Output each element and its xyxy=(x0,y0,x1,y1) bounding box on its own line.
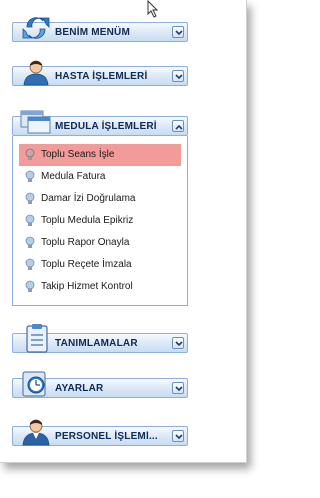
lightbulb-icon xyxy=(25,170,35,182)
chevron-down-icon xyxy=(175,74,183,80)
menu-item-toplu-seans-isle[interactable]: Toplu Seans İşle xyxy=(19,144,181,166)
medula-submenu-panel: Toplu Seans İşle Medula Fatura Damar İzi… xyxy=(12,136,188,306)
section-title: TANIMLAMALAR xyxy=(55,338,138,349)
menu-item-takip-hizmet-kontrol[interactable]: Takip Hizmet Kontrol xyxy=(19,276,181,298)
section-hasta-islemleri[interactable]: HASTA İŞLEMLERİ xyxy=(12,60,188,86)
section-tanimlamalar[interactable]: TANIMLAMALAR xyxy=(12,324,188,353)
section-personel-islemleri[interactable]: PERSONEL İŞLEMl... xyxy=(12,419,188,446)
expand-toggle-button[interactable] xyxy=(172,430,184,442)
section-title: BENİM MENÜM xyxy=(55,27,130,38)
person-icon xyxy=(23,60,49,86)
clock-icon xyxy=(22,371,46,397)
refresh-arrows-icon xyxy=(22,17,50,39)
lightbulb-icon xyxy=(25,236,35,248)
medula-submenu-list: Toplu Seans İşle Medula Fatura Damar İzi… xyxy=(19,144,181,298)
staff-icon xyxy=(22,419,50,446)
lightbulb-icon xyxy=(25,192,35,204)
mouse-cursor-icon xyxy=(147,0,159,18)
chevron-down-icon xyxy=(175,386,183,392)
menu-item-toplu-rapor-onayla[interactable]: Toplu Rapor Onayla xyxy=(19,232,181,254)
collapse-toggle-button[interactable] xyxy=(172,120,184,132)
section-ayarlar[interactable]: AYARLAR xyxy=(12,371,188,398)
lightbulb-icon xyxy=(25,258,35,270)
lightbulb-icon xyxy=(25,214,35,226)
lightbulb-icon xyxy=(25,148,35,160)
menu-item-label: Medula Fatura xyxy=(41,171,106,182)
chevron-up-icon xyxy=(175,124,183,130)
section-title: AYARLAR xyxy=(55,383,104,394)
lightbulb-icon xyxy=(25,280,35,292)
section-title: PERSONEL İŞLEMl... xyxy=(55,431,158,442)
expand-toggle-button[interactable] xyxy=(172,26,184,38)
menu-item-label: Toplu Reçete İmzala xyxy=(41,259,132,270)
expand-toggle-button[interactable] xyxy=(172,337,184,349)
expand-toggle-button[interactable] xyxy=(172,70,184,82)
menu-item-toplu-medula-epikriz[interactable]: Toplu Medula Epikriz xyxy=(19,210,181,232)
menu-item-label: Damar İzi Doğrulama xyxy=(41,193,136,204)
section-title: HASTA İŞLEMLERİ xyxy=(55,71,148,82)
expand-toggle-button[interactable] xyxy=(172,382,184,394)
menu-item-damar-izi-dogrulama[interactable]: Damar İzi Doğrulama xyxy=(19,188,181,210)
menu-item-medula-fatura[interactable]: Medula Fatura xyxy=(19,166,181,188)
section-benim-menum[interactable]: BENİM MENÜM xyxy=(12,17,188,42)
section-medula-islemleri[interactable]: MEDULA İŞLEMLERİ xyxy=(12,110,188,136)
menu-item-label: Toplu Rapor Onayla xyxy=(41,237,130,248)
chevron-down-icon xyxy=(175,30,183,36)
chevron-down-icon xyxy=(175,341,183,347)
menu-item-label: Takip Hizmet Kontrol xyxy=(41,281,133,292)
windows-icon xyxy=(20,110,51,134)
section-title: MEDULA İŞLEMLERİ xyxy=(55,121,157,132)
menu-item-label: Toplu Seans İşle xyxy=(41,149,115,160)
chevron-down-icon xyxy=(175,434,183,440)
menu-item-label: Toplu Medula Epikriz xyxy=(41,215,134,226)
menu-item-toplu-recete-imzala[interactable]: Toplu Reçete İmzala xyxy=(19,254,181,276)
clipboard-icon xyxy=(26,324,48,353)
